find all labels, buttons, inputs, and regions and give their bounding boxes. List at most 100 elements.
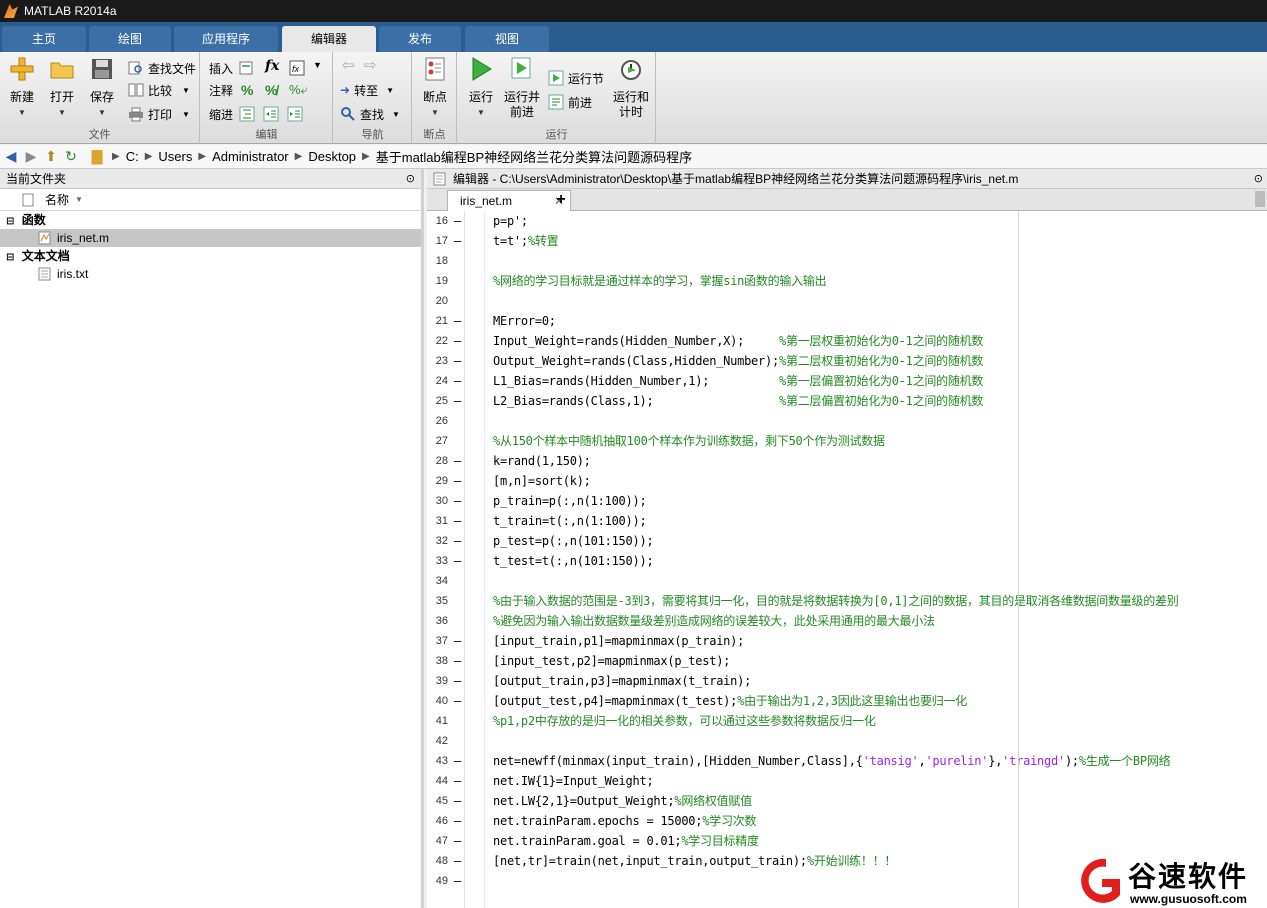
executable-line-marker[interactable]: – (454, 511, 461, 531)
line-number[interactable]: 22 (427, 331, 448, 351)
line-number[interactable]: 21 (427, 311, 448, 331)
collapse-icon[interactable]: ⊟ (6, 216, 14, 227)
executable-line-marker[interactable]: – (454, 831, 461, 851)
code-line[interactable]: 16– p=p'; (427, 211, 1265, 231)
code-line[interactable]: 31– t_train=t(:,n(1:100)); (427, 511, 1265, 531)
breadcrumb-users[interactable]: Users (158, 149, 192, 164)
code-line[interactable]: 47– net.trainParam.goal = 0.01;%学习目标精度 (427, 831, 1265, 851)
line-number[interactable]: 25 (427, 391, 448, 411)
code-line[interactable]: 42 (427, 731, 1265, 751)
line-number[interactable]: 47 (427, 831, 448, 851)
line-number[interactable]: 23 (427, 351, 448, 371)
code-line[interactable]: 36 %避免因为输入输出数据数量级差别造成网络的误差较大，此处采用通用的最大最小法 (427, 611, 1265, 631)
tab-plots[interactable]: 绘图 (89, 26, 171, 52)
code-line[interactable]: 28– k=rand(1,150); (427, 451, 1265, 471)
line-number[interactable]: 40 (427, 691, 448, 711)
back-arrow-icon[interactable]: ⇦ (342, 56, 355, 74)
line-number[interactable]: 43 (427, 751, 448, 771)
print-button[interactable]: 打印 ▼ (128, 104, 190, 124)
forward-arrow-icon[interactable]: ▶ (22, 148, 40, 166)
code-line[interactable]: 18 (427, 251, 1265, 271)
executable-line-marker[interactable]: – (454, 791, 461, 811)
forward-arrow-icon[interactable]: ⇨ (364, 56, 377, 74)
advance-button[interactable]: 前进 (548, 92, 592, 112)
executable-line-marker[interactable]: – (454, 551, 461, 571)
code-line[interactable]: 46– net.trainParam.epochs = 15000;%学习次数 (427, 811, 1265, 831)
breadcrumb-drive[interactable]: C: (126, 149, 139, 164)
increase-indent-icon[interactable] (263, 106, 279, 122)
code-line[interactable]: 43– net=newff(minmax(input_train),[Hidden… (427, 751, 1265, 771)
new-tab-button[interactable]: + (547, 190, 575, 211)
executable-line-marker[interactable]: – (454, 371, 461, 391)
smart-indent-icon[interactable] (239, 106, 255, 122)
file-item[interactable]: iris.txt (0, 265, 421, 283)
line-number[interactable]: 37 (427, 631, 448, 651)
executable-line-marker[interactable]: – (454, 771, 461, 791)
breakpoints-button[interactable]: 断点 ▼ (417, 56, 453, 120)
panel-menu-icon[interactable]: ⊙ (406, 169, 415, 189)
executable-line-marker[interactable]: – (454, 751, 461, 771)
code-line[interactable]: 17– t=t';%转置 (427, 231, 1265, 251)
executable-line-marker[interactable]: – (454, 231, 461, 251)
run-and-advance-button[interactable]: 运行并 前进 (502, 56, 542, 120)
code-line[interactable]: 33– t_test=t(:,n(101:150)); (427, 551, 1265, 571)
comment-percent-icon[interactable]: % (241, 82, 253, 98)
line-number[interactable]: 42 (427, 731, 448, 751)
code-line[interactable]: 39– [output_train,p3]=mapminmax(t_train); (427, 671, 1265, 691)
tab-home[interactable]: 主页 (2, 26, 86, 52)
line-number[interactable]: 27 (427, 431, 448, 451)
breadcrumb-desktop[interactable]: Desktop (308, 149, 356, 164)
executable-line-marker[interactable]: – (454, 211, 461, 231)
line-number[interactable]: 35 (427, 591, 448, 611)
code-line[interactable]: 45– net.LW{2,1}=Output_Weight;%网络权值赋值 (427, 791, 1265, 811)
breadcrumb-administrator[interactable]: Administrator (212, 149, 289, 164)
comment-button[interactable]: 注释 (209, 80, 233, 100)
line-number[interactable]: 48 (427, 851, 448, 871)
code-line[interactable]: 25– L2_Bias=rands(Class,1); %第二层偏置初始化为0-1… (427, 391, 1265, 411)
code-line[interactable]: 37– [input_train,p1]=mapminmax(p_train); (427, 631, 1265, 651)
executable-line-marker[interactable]: – (454, 631, 461, 651)
code-line[interactable]: 22– Input_Weight=rands(Hidden_Number,X); … (427, 331, 1265, 351)
tab-editor[interactable]: 编辑器 (282, 26, 376, 52)
line-number[interactable]: 31 (427, 511, 448, 531)
line-number[interactable]: 49 (427, 871, 448, 891)
new-button[interactable]: 新建 ▼ (4, 56, 40, 120)
executable-line-marker[interactable]: – (454, 471, 461, 491)
find-button[interactable]: 查找 ▼ (340, 104, 400, 124)
file-item[interactable]: iris_net.m (0, 229, 421, 247)
line-number[interactable]: 33 (427, 551, 448, 571)
group-functions[interactable]: ⊟ 函数 (0, 211, 421, 229)
code-line[interactable]: 38– [input_test,p2]=mapminmax(p_test); (427, 651, 1265, 671)
line-number[interactable]: 26 (427, 411, 448, 431)
code-line[interactable]: 32– p_test=p(:,n(101:150)); (427, 531, 1265, 551)
find-files-button[interactable]: 查找文件 (128, 58, 196, 78)
line-number[interactable]: 39 (427, 671, 448, 691)
executable-line-marker[interactable]: – (454, 651, 461, 671)
line-number[interactable]: 17 (427, 231, 448, 251)
line-number[interactable]: 30 (427, 491, 448, 511)
indent-button[interactable]: 缩进 (209, 104, 233, 124)
executable-line-marker[interactable]: – (454, 311, 461, 331)
line-number[interactable]: 20 (427, 291, 448, 311)
executable-line-marker[interactable]: – (454, 871, 461, 891)
breadcrumb-project-folder[interactable]: 基于matlab编程BP神经网络兰花分类算法问题源码程序 (376, 147, 692, 166)
line-number[interactable]: 44 (427, 771, 448, 791)
insert-button[interactable]: 插入 (209, 58, 233, 78)
code-line[interactable]: 26 (427, 411, 1265, 431)
code-line[interactable]: 24– L1_Bias=rands(Hidden_Number,1); %第一层偏… (427, 371, 1265, 391)
executable-line-marker[interactable]: – (454, 391, 461, 411)
code-line[interactable]: 21– MError=0; (427, 311, 1265, 331)
code-line[interactable]: 40– [output_test,p4]=mapminmax(t_test);%由… (427, 691, 1265, 711)
line-number[interactable]: 34 (427, 571, 448, 591)
executable-line-marker[interactable]: – (454, 331, 461, 351)
code-area[interactable]: 16– p=p'; 17– t=t';%转置 18 19 %网络的学习目标就是通过样本的学习… (427, 211, 1265, 908)
scrollbar-thumb[interactable] (1255, 191, 1265, 207)
executable-line-marker[interactable]: – (454, 811, 461, 831)
goto-button[interactable]: ➜ 转至 ▼ (340, 80, 394, 100)
code-line[interactable]: 34 (427, 571, 1265, 591)
compare-button[interactable]: 比较 ▼ (128, 80, 190, 100)
line-number[interactable]: 29 (427, 471, 448, 491)
line-number[interactable]: 38 (427, 651, 448, 671)
code-line[interactable]: 44– net.IW{1}=Input_Weight; (427, 771, 1265, 791)
decrease-indent-icon[interactable] (287, 106, 303, 122)
